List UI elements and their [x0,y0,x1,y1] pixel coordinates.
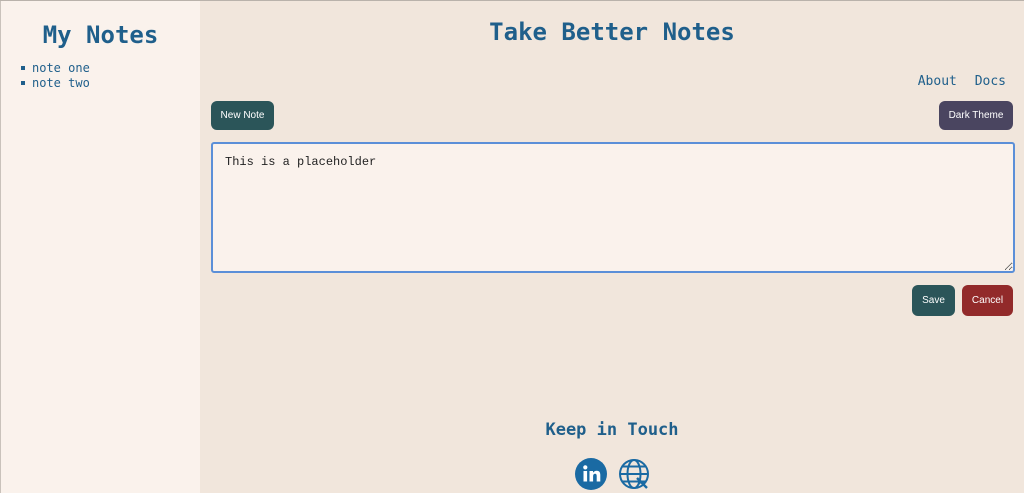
save-button[interactable]: Save [912,285,955,316]
sidebar: My Notes note one note two [0,1,200,493]
note-list-item[interactable]: note one [21,61,200,76]
linkedin-icon[interactable] [574,457,608,491]
docs-link[interactable]: Docs [975,74,1006,89]
footer-title: Keep in Touch [545,420,679,440]
note-list: note one note two [1,61,200,91]
globe-icon[interactable] [617,457,651,491]
new-note-button[interactable]: New Note [211,101,274,130]
cancel-button[interactable]: Cancel [962,285,1013,316]
page-title: Take Better Notes [489,18,735,46]
main-panel: Take Better Notes About Docs New Note Da… [200,1,1024,493]
note-list-item[interactable]: note two [21,76,200,91]
dark-theme-button[interactable]: Dark Theme [939,101,1013,130]
note-editor[interactable] [211,142,1015,273]
sidebar-title: My Notes [42,21,159,49]
about-link[interactable]: About [918,74,957,89]
top-nav: About Docs [908,74,1006,89]
